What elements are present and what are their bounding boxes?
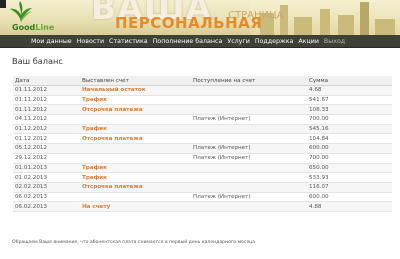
corner-mark [0,0,6,8]
cell-date: 01.01.2013 [13,163,80,174]
cell-amount: 541.67 [306,95,392,106]
footnote: Обращаем Ваше внимание, что абонентская … [12,240,256,245]
cell-received [191,182,306,193]
column-header-received: Поступление на счет [191,76,306,86]
table-body: 01.11.2012 Начальный остаток 4.68 01.11.201… [13,85,392,212]
cell-date: 01.11.2012 [13,85,80,96]
table-row: 06.02.2013 На счету 4.88 [13,201,392,212]
table-row: 01.11.2012 Отсрочка платежа 108.33 [13,104,392,116]
table-row: 01.12.2012 Трафик 545.16 [13,124,392,135]
cell-date: 06.02.2013 [13,192,80,203]
cell-received [191,201,306,212]
header-banner: GoodLine ВАША СТРАНИЦА ПЕРСОНАЛЬНАЯ [0,0,400,35]
column-header-charged: Выставлен счет [80,76,191,86]
table-row: 05.12.2012 Платеж (Интернет) 600.00 [13,143,392,154]
table-row: 01.11.2012 Начальный остаток 4.68 [13,85,392,96]
cell-date: 01.12.2012 [13,133,80,145]
table-row: 01.01.2013 Трафик 650.00 [13,163,392,174]
cell-charged: Трафик [80,124,191,135]
logo-text-dark: Good [12,23,36,32]
cell-received [191,133,306,145]
nav-item-top-up[interactable]: Пополнение баланса [153,38,223,45]
cell-amount: 700.00 [306,114,392,125]
table-row: 04.11.2012 Платеж (Интернет) 700.00 [13,114,392,125]
cell-charged [80,143,191,154]
cell-amount: 600.00 [306,192,392,203]
cell-amount: 104.84 [306,133,392,145]
cell-amount: 533.93 [306,172,392,183]
cell-charged [80,114,191,125]
cell-charged: Трафик [80,172,191,183]
logo-text-light: Line [35,23,55,32]
cell-received: Платеж (Интернет) [191,114,306,125]
nav-item-support[interactable]: Поддержка [255,38,294,45]
nav-item-exit[interactable]: Выход [324,38,345,45]
cell-amount: 600.00 [306,143,392,154]
cell-date: 01.11.2012 [13,104,80,116]
table-header-row: Дата Выставлен счет Поступление на счет … [13,76,392,86]
column-header-amount: Сумма [306,76,392,86]
cell-charged: Начальный остаток [80,85,191,96]
cell-received [191,85,306,96]
cell-charged: Отсрочка платежа [80,104,191,116]
cell-received: Платеж (Интернет) [191,143,306,154]
cell-date: 01.11.2012 [13,95,80,106]
cell-received: Платеж (Интернет) [191,153,306,164]
cell-charged: Отсрочка платежа [80,133,191,145]
cell-amount: 4.68 [306,85,392,96]
table-row: 29.12.2012 Платеж (Интернет) 700.00 [13,153,392,164]
cell-date: 04.11.2012 [13,114,80,125]
nav-item-promotions[interactable]: Акции [298,38,319,45]
cell-charged: Трафик [80,163,191,174]
cell-charged: Отсрочка платежа [80,182,191,193]
table-row: 06.02.2013 Платеж (Интернет) 600.00 [13,192,392,203]
cell-received [191,124,306,135]
cell-amount: 650.00 [306,163,392,174]
logo-wordmark[interactable]: GoodLine [12,23,54,32]
cell-charged [80,192,191,203]
column-header-date: Дата [13,76,80,86]
page-title: Ваш баланс [12,56,63,66]
cell-date: 02.02.2013 [13,182,80,193]
cell-amount: 4.88 [306,201,392,212]
table-row: 01.12.2012 Отсрочка платежа 104.84 [13,133,392,145]
table-row: 01.11.2012 Трафик 541.67 [13,95,392,106]
cell-received [191,104,306,116]
balance-table: Дата Выставлен счет Поступление на счет … [13,76,392,212]
cell-amount: 545.16 [306,124,392,135]
cell-date: 01.12.2012 [13,124,80,135]
cell-received [191,172,306,183]
nav-item-my-data[interactable]: Мои данные [31,38,72,45]
nav-item-services[interactable]: Услуги [227,38,249,45]
table-row: 01.02.2013 Трафик 533.93 [13,172,392,183]
nav-item-news[interactable]: Новости [77,38,104,45]
table-row: 02.02.2013 Отсрочка платежа 116.07 [13,182,392,193]
cell-date: 05.12.2012 [13,143,80,154]
cell-date: 29.12.2012 [13,153,80,164]
goodline-leaf-icon[interactable] [8,1,34,23]
cell-charged [80,153,191,164]
cell-received [191,95,306,106]
cell-amount: 116.07 [306,182,392,193]
cell-charged: На счету [80,201,191,212]
cell-date: 01.02.2013 [13,172,80,183]
cell-date: 06.02.2013 [13,201,80,212]
nav-item-statistics[interactable]: Статистика [109,38,148,45]
banner-title-main: ПЕРСОНАЛЬНАЯ [115,14,263,32]
cell-amount: 108.33 [306,104,392,116]
main-nav: Мои данные Новости Статистика Пополнение… [0,35,400,48]
cell-amount: 700.00 [306,153,392,164]
cell-charged: Трафик [80,95,191,106]
cell-received [191,163,306,174]
cell-received: Платеж (Интернет) [191,192,306,203]
